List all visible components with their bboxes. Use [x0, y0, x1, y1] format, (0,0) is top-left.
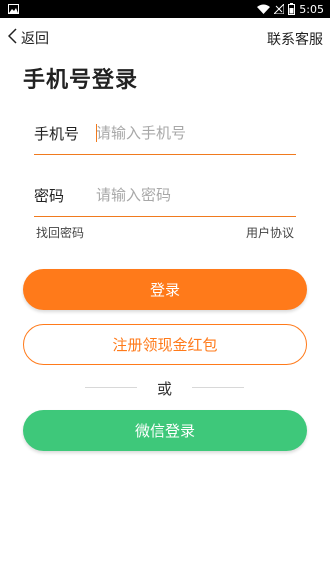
password-input[interactable]	[96, 182, 292, 208]
wechat-login-button[interactable]: 微信登录	[23, 410, 307, 451]
login-button[interactable]: 登录	[23, 269, 307, 310]
battery-icon	[288, 3, 296, 15]
status-time: 5:05	[299, 2, 324, 16]
image-icon	[8, 4, 19, 14]
status-bar: 5:05	[0, 0, 330, 18]
back-button[interactable]: 返回	[7, 28, 49, 48]
divider-line-right	[192, 387, 244, 388]
phone-input[interactable]	[96, 120, 292, 146]
back-label: 返回	[21, 31, 49, 47]
wifi-icon	[257, 4, 271, 14]
or-label: 或	[157, 380, 173, 398]
chevron-left-icon	[7, 28, 17, 48]
or-divider: 或	[0, 377, 330, 398]
register-button[interactable]: 注册领现金红包	[23, 324, 307, 365]
password-label: 密码	[34, 187, 65, 205]
contact-service-link[interactable]: 联系客服	[267, 29, 323, 49]
password-field: 密码	[34, 173, 296, 217]
no-signal-icon	[274, 4, 285, 14]
divider-line-left	[85, 387, 137, 388]
status-icons: 5:05	[257, 0, 324, 18]
text-cursor	[96, 124, 97, 142]
forgot-password-link[interactable]: 找回密码	[36, 224, 84, 241]
phone-label: 手机号	[34, 125, 80, 143]
top-bar: 返回 联系客服	[0, 18, 330, 58]
user-agreement-link[interactable]: 用户协议	[246, 224, 294, 241]
phone-field: 手机号	[34, 111, 296, 155]
page-title: 手机号登录	[23, 68, 139, 93]
